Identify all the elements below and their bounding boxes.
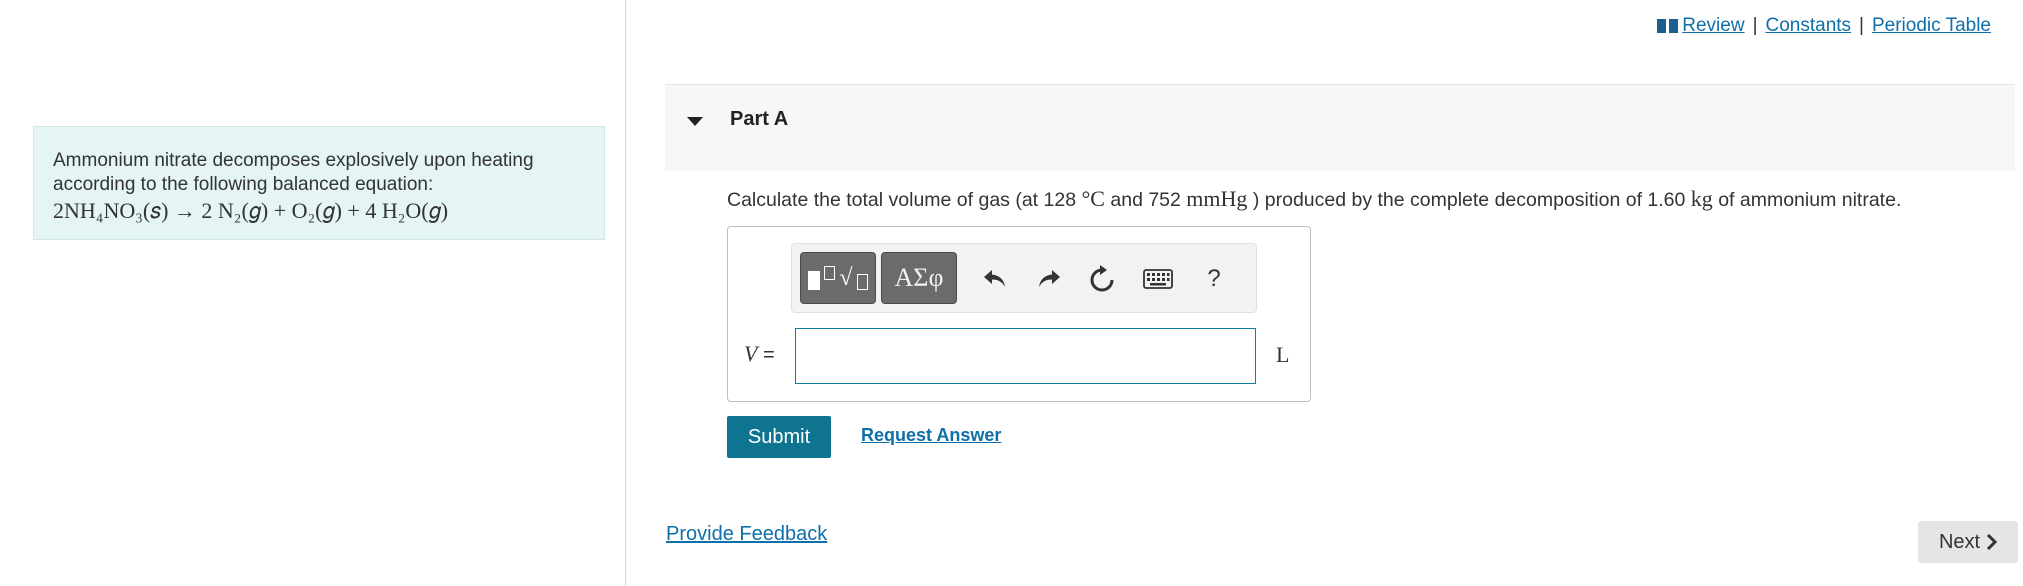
templates-icon: √ — [808, 266, 868, 290]
problem-panel: Ammonium nitrate decomposes explosively … — [0, 0, 626, 586]
question-and: and 752 — [1110, 189, 1181, 211]
constants-link[interactable]: Constants — [1766, 15, 1852, 37]
request-answer-link[interactable]: Request Answer — [861, 425, 1001, 446]
equals-sign: = — [763, 344, 775, 366]
part-a-header[interactable]: Part A — [665, 84, 2015, 171]
link-separator: | — [1752, 15, 1758, 36]
templates-button[interactable]: √ — [800, 252, 876, 304]
pressure-unit: mmHg — [1186, 186, 1248, 211]
reset-icon[interactable] — [1084, 262, 1120, 296]
answer-input[interactable] — [795, 328, 1256, 384]
balanced-equation: 2NH₄NO₃(𝑠) → 2 N₂(𝑔) + O₂(𝑔) + 4 H₂O(𝑔) — [53, 198, 449, 223]
mass-unit: kg — [1690, 186, 1713, 211]
answer-box: √ ΑΣφ ? V = L — [727, 226, 1311, 402]
question-text: Calculate the total volume of gas (at 12… — [727, 186, 1901, 212]
submit-button[interactable]: Submit — [727, 416, 831, 458]
greek-symbols-button[interactable]: ΑΣφ — [881, 252, 957, 304]
part-title: Part A — [730, 108, 789, 130]
question-suffix: of ammonium nitrate. — [1718, 189, 1902, 211]
question-middle: ) produced by the complete decomposition… — [1252, 189, 1686, 211]
help-button[interactable]: ? — [1196, 262, 1232, 296]
problem-intro-text: Ammonium nitrate decomposes explosively … — [53, 150, 534, 195]
temperature-unit: °C — [1081, 186, 1105, 211]
math-toolbar: √ ΑΣφ ? — [791, 243, 1257, 313]
next-label: Next — [1938, 530, 1981, 553]
keyboard-icon[interactable] — [1140, 262, 1176, 296]
problem-intro-box: Ammonium nitrate decomposes explosively … — [33, 126, 605, 240]
next-button[interactable]: Next — [1918, 521, 2018, 563]
book-icon — [1657, 19, 1679, 33]
periodic-table-link[interactable]: Periodic Table — [1872, 15, 1991, 37]
redo-icon[interactable] — [1030, 262, 1066, 296]
resource-links: Review | Constants | Periodic Table — [1657, 15, 1991, 37]
provide-feedback-link[interactable]: Provide Feedback — [666, 523, 827, 546]
question-prefix: Calculate the total volume of gas (at 12… — [727, 189, 1077, 211]
undo-icon[interactable] — [978, 262, 1014, 296]
variable-symbol: V — [744, 341, 758, 366]
answer-variable-label: V = — [744, 341, 775, 367]
answer-unit: L — [1276, 342, 1290, 367]
link-separator: | — [1859, 15, 1864, 36]
caret-down-icon[interactable] — [687, 117, 703, 126]
chevron-right-icon — [1987, 534, 1998, 550]
review-link[interactable]: Review — [1682, 15, 1744, 37]
